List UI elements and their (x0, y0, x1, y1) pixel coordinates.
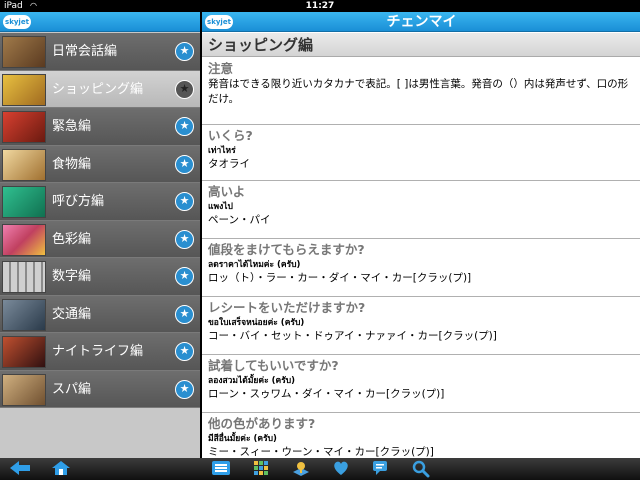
phrase-item[interactable]: 値段をまけてもらえますか? ลดราคาได้ไหมค่ะ (ครับ) ロッ（… (202, 239, 640, 297)
category-label: 緊急編 (52, 119, 92, 134)
clock: 11:27 (305, 1, 335, 11)
note-block: 注意 発音はできる限り近いカタカナで表記。[ ]は男性言葉。発音の（）内は発声せ… (202, 57, 640, 125)
category-item-nightlife[interactable]: ナイトライフ編 ★ (0, 333, 200, 371)
star-icon[interactable]: ★ (175, 229, 194, 249)
heart-icon[interactable] (330, 460, 352, 478)
star-icon[interactable]: ★ (175, 117, 194, 136)
star-icon[interactable]: ★ (175, 267, 194, 286)
phrase-item[interactable]: いくら? เท่าไหร่ タオライ (202, 125, 640, 181)
right-header: skyjet チェンマイ (202, 12, 640, 32)
phrase-thai: ลองสวมได้มั้ยค่ะ (ครับ) (208, 376, 296, 386)
category-label: 数字編 (52, 269, 92, 284)
category-thumbnail (2, 111, 46, 143)
back-arrow-icon[interactable] (8, 460, 32, 478)
phrase-item[interactable]: レシートをいただけますか? ขอใบเสร็จหน่อยค่ะ (ครับ) コ… (202, 297, 640, 355)
category-label: 呼び方編 (52, 194, 105, 209)
phrase-japanese: 試着してもいいですか? (208, 358, 339, 373)
category-item-emergency[interactable]: 緊急編 ★ (0, 108, 200, 146)
phrase-pronunciation: タオライ (208, 158, 250, 170)
category-thumbnail (2, 373, 46, 406)
search-icon[interactable] (410, 460, 432, 478)
category-item-food[interactable]: 食物編 ★ (0, 145, 200, 183)
phrase-thai: เท่าไหร่ (208, 146, 236, 156)
category-label: 色彩編 (52, 231, 92, 247)
note-heading: 注意 (208, 61, 234, 76)
category-list: 日常会話編 ★ ショッピング編 ★ 緊急編 ★ 食物編 ★ 呼び方編 ★ 色彩編… (0, 33, 200, 408)
category-thumbnail (2, 223, 46, 256)
category-thumbnail (2, 148, 46, 181)
star-icon[interactable]: ★ (175, 304, 194, 324)
category-item-transport[interactable]: 交通編 ★ (0, 295, 200, 333)
phrase-thai: ขอใบเสร็จหน่อยค่ะ (ครับ) (208, 318, 305, 328)
chat-icon[interactable] (370, 460, 392, 478)
phrase-japanese: 値段をまけてもらえますか? (208, 242, 365, 257)
category-label: スパ編 (52, 381, 92, 397)
phrase-list: 注意 発音はできる限り近いカタカナで表記。[ ]は男性言葉。発音の（）内は発声せ… (202, 57, 640, 473)
phrase-japanese: 他の色があります? (208, 416, 316, 431)
phrase-japanese: 高いよ (208, 184, 246, 199)
list-icon[interactable] (210, 460, 232, 478)
phrase-pronunciation: ペーン・パイ (208, 214, 271, 226)
star-icon[interactable]: ★ (175, 154, 194, 174)
left-header: skyjet (0, 12, 200, 32)
category-pane: skyjet 日常会話編 ★ ショッピング編 ★ 緊急編 ★ 食物編 ★ 呼び方… (0, 12, 200, 458)
category-item-calling[interactable]: 呼び方編 ★ (0, 183, 200, 221)
phrase-pane: skyjet チェンマイ ショッピング編 注意 発音はできる限り近いカタカナで表… (201, 12, 640, 458)
category-label: 交通編 (52, 306, 92, 322)
note-body: 発音はできる限り近いカタカナで表記。[ ]は男性言葉。発音の（）内は発声せず、口… (208, 78, 629, 105)
category-item-daily[interactable]: 日常会話編 ★ (0, 33, 200, 71)
category-label: ナイトライフ編 (52, 344, 144, 359)
category-thumbnail (2, 261, 46, 293)
phrase-thai: ลดราคาได้ไหมค่ะ (ครับ) (208, 260, 301, 270)
grid-icon[interactable] (250, 460, 272, 478)
category-label: ショッピング編 (52, 81, 144, 97)
phrase-thai: มีสีอื่นมั้ยค่ะ (ครับ) (208, 434, 277, 444)
category-thumbnail (2, 336, 46, 368)
phrase-item[interactable]: 高いよ แพงไป ペーン・パイ (202, 181, 640, 239)
star-icon[interactable]: ★ (175, 342, 194, 361)
phrase-thai: แพงไป (208, 202, 233, 212)
star-icon[interactable]: ★ (175, 42, 194, 61)
phrase-pronunciation: コー・バイ・セット・ドゥアイ・ナァァイ・カー[クラッ(プ)] (208, 330, 497, 342)
app-logo: skyjet (3, 15, 31, 29)
map-icon[interactable] (290, 460, 312, 478)
status-bar: iPad ◠ 11:27 (0, 0, 640, 12)
phrase-pronunciation: ロッ（ト）・ラー・カー・ダイ・マイ・カー[クラッ(プ)] (208, 272, 472, 284)
category-thumbnail (2, 186, 46, 218)
star-icon[interactable]: ★ (175, 192, 194, 211)
phrase-pronunciation: ミー・スィー・ウーン・マイ・カー[クラッ(プ)] (208, 446, 434, 458)
category-item-numbers[interactable]: 数字編 ★ (0, 258, 200, 296)
home-icon[interactable] (50, 460, 72, 478)
category-thumbnail (2, 36, 46, 68)
phrase-item[interactable]: 試着してもいいですか? ลองสวมได้มั้ยค่ะ (ครับ) ローン・… (202, 355, 640, 413)
star-icon[interactable]: ★ (175, 379, 194, 399)
category-label: 食物編 (52, 156, 92, 172)
category-thumbnail (2, 73, 46, 106)
bottom-toolbar (0, 458, 640, 480)
category-thumbnail (2, 298, 46, 331)
phrase-japanese: レシートをいただけますか? (208, 300, 366, 315)
phrase-pronunciation: ローン・スゥワム・ダイ・マイ・カー[クラッ(プ)] (208, 388, 445, 400)
category-item-spa[interactable]: スパ編 ★ (0, 370, 200, 408)
city-title: チェンマイ (386, 14, 457, 30)
category-item-shopping[interactable]: ショッピング編 ★ (0, 70, 200, 108)
category-item-colors[interactable]: 色彩編 ★ (0, 220, 200, 258)
phrase-japanese: いくら? (208, 128, 253, 143)
category-label: 日常会話編 (52, 44, 118, 59)
star-icon[interactable]: ★ (175, 79, 194, 99)
section-title: ショッピング編 (202, 33, 640, 57)
